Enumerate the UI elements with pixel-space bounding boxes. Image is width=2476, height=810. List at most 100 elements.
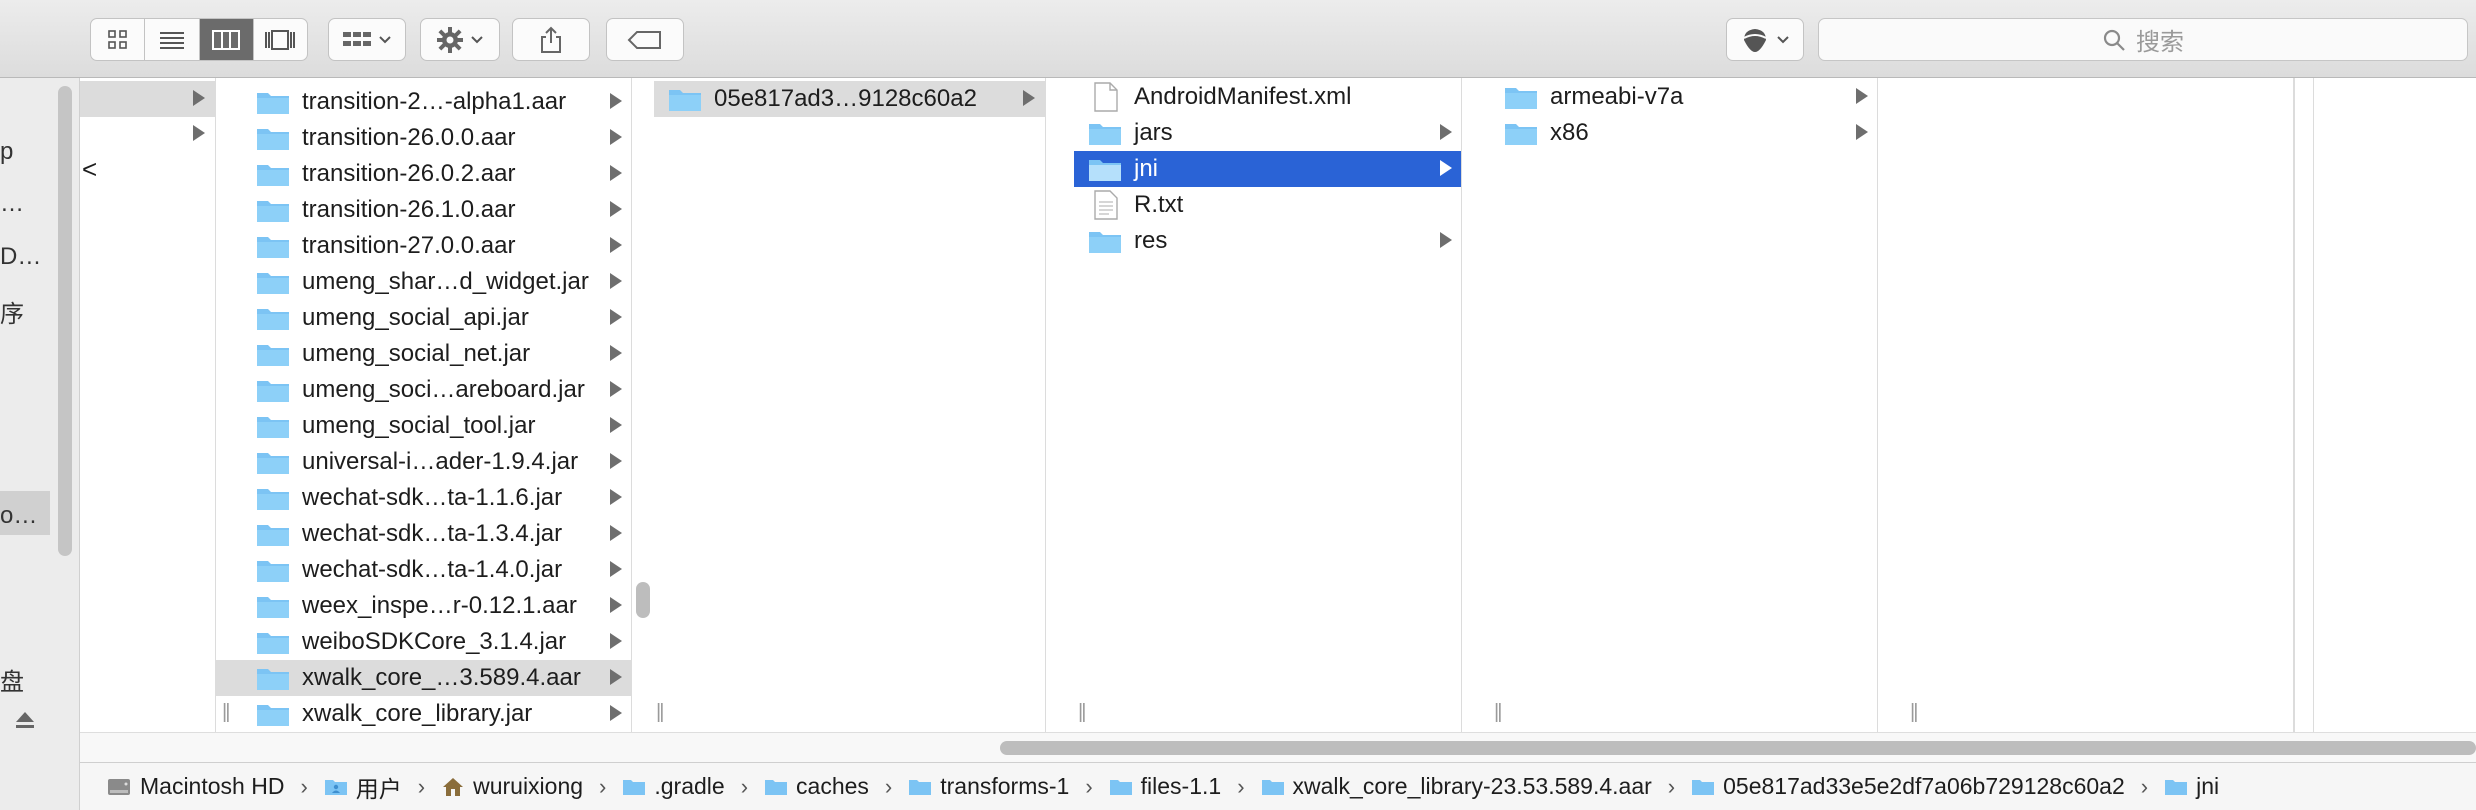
path-separator: ›	[2140, 773, 2149, 799]
folder-icon	[257, 669, 289, 690]
eject-icon[interactable]	[14, 710, 36, 730]
list-item[interactable]: transition-26.0.0.aar	[216, 120, 631, 156]
list-item[interactable]: wechat-sdk…ta-1.4.0.jar	[216, 552, 631, 588]
folder-icon	[257, 561, 289, 582]
sidebar-item[interactable]: D…	[0, 243, 41, 271]
column-6: ||	[1906, 78, 2294, 732]
list-item[interactable]: umeng_social_tool.jar	[216, 408, 631, 444]
group-by-button[interactable]	[328, 18, 406, 61]
share-icon	[541, 26, 561, 53]
list-item[interactable]: xwalk_core_…3.589.4.aar	[216, 660, 631, 696]
path-item-users[interactable]: 用户	[324, 770, 402, 804]
path-item-home[interactable]: wuruixiong	[441, 773, 583, 800]
folder-icon	[257, 165, 289, 186]
sidebar-item[interactable]: o…	[0, 502, 37, 530]
list-item[interactable]: umeng_shar…d_widget.jar	[216, 264, 631, 300]
view-mode-segmented-control[interactable]	[90, 18, 308, 61]
folder-icon	[257, 453, 289, 474]
path-item[interactable]: 05e817ad33e5e2df7a06b729128c60a2	[1691, 773, 2125, 800]
sidebar-item[interactable]: …	[0, 190, 24, 218]
list-item[interactable]: wechat-sdk…ta-1.3.4.jar	[216, 516, 631, 552]
home-icon	[443, 777, 464, 796]
column-view-button[interactable]	[199, 19, 254, 60]
sidebar-item[interactable]: 序	[0, 294, 24, 329]
path-item[interactable]: files-1.1	[1109, 773, 1221, 800]
acorn-icon	[1743, 28, 1767, 52]
path-separator: ›	[1085, 773, 1093, 799]
users-folder-icon	[324, 779, 347, 795]
column-resize-handle[interactable]: ||	[1910, 701, 1919, 724]
path-item[interactable]: xwalk_core_library-23.53.589.4.aar	[1261, 773, 1652, 800]
tag-icon	[627, 30, 661, 49]
path-label: jni	[2196, 773, 2220, 799]
sidebar-item[interactable]: 盘	[0, 662, 24, 697]
list-item[interactable]: transition-26.1.0.aar	[216, 192, 631, 228]
sidebar-item[interactable]: p	[0, 138, 13, 166]
truncated-label: <	[82, 154, 98, 184]
column-resize-handle[interactable]: ||	[656, 701, 665, 724]
share-button[interactable]	[512, 18, 590, 61]
list-item[interactable]: jni	[1074, 151, 1461, 187]
list-item[interactable]: AndroidManifest.xml	[1074, 79, 1461, 115]
list-item[interactable]	[80, 116, 215, 152]
horizontal-scrollbar[interactable]	[1000, 741, 2476, 755]
toolbar: 搜索	[0, 0, 2476, 78]
horizontal-scroll-area	[80, 732, 2476, 762]
list-item[interactable]	[80, 81, 215, 117]
path-label: 05e817ad33e5e2df7a06b729128c60a2	[1723, 773, 2125, 799]
list-item[interactable]: transition-27.0.0.aar	[216, 228, 631, 264]
path-label: 用户	[355, 775, 402, 802]
gallery-view-button[interactable]	[254, 19, 307, 60]
folder-icon	[909, 779, 932, 795]
path-item-current[interactable]: jni	[2164, 773, 2219, 800]
list-item[interactable]: transition-2…-alpha1.aar	[216, 84, 631, 120]
folder-icon	[257, 201, 289, 222]
path-item[interactable]: transforms-1	[908, 773, 1069, 800]
folder-icon	[1089, 124, 1121, 145]
path-separator: ›	[740, 773, 749, 799]
column-7	[2320, 78, 2476, 732]
list-item[interactable]: res	[1074, 223, 1461, 259]
list-item[interactable]: weiboSDKCore_3.1.4.jar	[216, 624, 631, 660]
list-item[interactable]: R.txt	[1074, 187, 1461, 223]
path-item[interactable]: caches	[764, 773, 869, 800]
list-item[interactable]: jars	[1074, 115, 1461, 151]
path-separator: ›	[1237, 773, 1245, 799]
icon-view-button[interactable]	[91, 19, 146, 60]
list-item[interactable]: 05e817ad3…9128c60a2	[654, 81, 1045, 117]
folder-icon	[257, 93, 289, 114]
list-item[interactable]: transition-26.0.2.aar	[216, 156, 631, 192]
chevron-down-icon	[1777, 35, 1789, 43]
sidebar-scrollbar[interactable]	[58, 86, 72, 556]
column-resize-handle[interactable]: ||	[1078, 701, 1087, 724]
folder-icon	[2165, 779, 2188, 795]
folder-icon	[257, 489, 289, 510]
path-item-disk[interactable]: Macintosh HD	[106, 773, 284, 800]
list-view-button[interactable]	[145, 19, 200, 60]
group-grid-icon	[343, 31, 371, 46]
list-item[interactable]: weex_inspe…r-0.12.1.aar	[216, 588, 631, 624]
columns-icon	[212, 29, 241, 50]
search-icon	[2103, 29, 2125, 51]
app-menu-button[interactable]	[1726, 18, 1804, 61]
search-field[interactable]: 搜索	[1818, 18, 2468, 61]
list-item[interactable]: x86	[1490, 115, 1877, 151]
folder-icon	[257, 129, 289, 150]
folder-icon	[257, 237, 289, 258]
list-item[interactable]: xwalk_core_library.jar	[216, 696, 631, 732]
path-item[interactable]: .gradle	[622, 773, 725, 800]
column-resize-handle[interactable]: ||	[222, 701, 231, 724]
list-item[interactable]: umeng_soci…areboard.jar	[216, 372, 631, 408]
list-item[interactable]: armeabi-v7a	[1490, 79, 1877, 115]
action-button[interactable]	[420, 18, 500, 61]
column-5: armeabi-v7a x86 ||	[1490, 78, 1878, 732]
column-2-scrollbar[interactable]	[636, 582, 650, 618]
folder-icon	[257, 381, 289, 402]
list-item[interactable]: wechat-sdk…ta-1.1.6.jar	[216, 480, 631, 516]
column-resize-handle[interactable]: ||	[1494, 701, 1503, 724]
list-item[interactable]: universal-i…ader-1.9.4.jar	[216, 444, 631, 480]
list-item[interactable]: umeng_social_net.jar	[216, 336, 631, 372]
tags-button[interactable]	[606, 18, 684, 61]
folder-icon	[623, 779, 646, 795]
list-item[interactable]: umeng_social_api.jar	[216, 300, 631, 336]
